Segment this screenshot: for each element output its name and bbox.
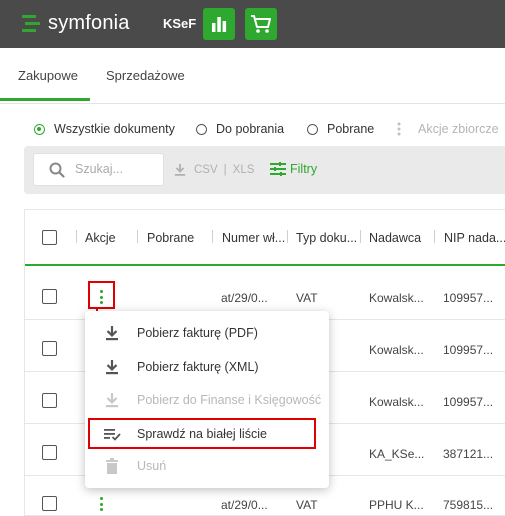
column-separator: [434, 230, 435, 243]
export-group: CSV | XLS: [174, 163, 254, 176]
radio-pobrane[interactable]: Pobrane: [307, 122, 374, 136]
column-header-akcje[interactable]: Akcje: [85, 231, 116, 245]
chart-app-button[interactable]: [203, 8, 235, 40]
menu-item-label: Pobierz fakturę (PDF): [137, 326, 258, 340]
radio-label: Wszystkie dokumenty: [54, 122, 175, 136]
menu-item-download-finanse: Pobierz do Finanse i Księgowość: [85, 383, 329, 417]
download-icon: [106, 326, 118, 341]
menu-item-label: Pobierz do Finanse i Księgowość: [137, 393, 322, 407]
search-input[interactable]: [75, 162, 160, 176]
toolbar: CSV | XLS Filtry: [24, 146, 505, 194]
export-separator: |: [223, 163, 227, 176]
document-filter-group: Wszystkie dokumenty Do pobrania Pobrane …: [0, 122, 505, 138]
radio-unselected-icon: [307, 123, 318, 135]
column-header-numer[interactable]: Numer wł...: [222, 231, 285, 245]
bulk-actions-button[interactable]: Akcje zbiorcze: [397, 122, 499, 136]
row-actions-menu: Pobierz fakturę (PDF) Pobierz fakturę (X…: [85, 311, 329, 488]
highlight-box-menu-item: [88, 418, 316, 449]
trash-icon: [106, 458, 118, 474]
cell-typ: VAT: [296, 291, 318, 305]
column-separator: [212, 230, 213, 243]
bar-chart-icon: [212, 17, 227, 32]
menu-item-label: Usuń: [137, 459, 167, 473]
tab-zakupowe[interactable]: Zakupowe: [18, 68, 78, 83]
brand-name: symfonia: [48, 12, 130, 34]
cell-nip: 759815...: [443, 498, 494, 512]
column-separator: [76, 230, 77, 243]
column-header-nip[interactable]: NIP nada...: [444, 231, 505, 245]
bulk-actions-label: Akcje zbiorcze: [418, 122, 499, 136]
radio-label: Pobrane: [327, 122, 375, 136]
row-checkbox[interactable]: [42, 341, 57, 356]
cell-numer: at/29/0...: [221, 291, 268, 305]
radio-wszystkie-dokumenty[interactable]: Wszystkie dokumenty: [34, 122, 175, 136]
symfonia-logo-icon: [22, 14, 40, 32]
cell-nip: 109957...: [443, 395, 494, 409]
menu-item-download-xml[interactable]: Pobierz fakturę (XML): [85, 350, 329, 384]
cell-nip: 109957...: [443, 291, 494, 305]
row-checkbox[interactable]: [42, 496, 57, 511]
document-tabs: Zakupowe Sprzedażowe: [0, 48, 505, 104]
csv-export-button[interactable]: CSV: [194, 164, 218, 176]
select-all-checkbox[interactable]: [42, 230, 57, 245]
radio-do-pobrania[interactable]: Do pobrania: [196, 122, 284, 136]
kebab-menu-icon: [397, 122, 401, 136]
row-checkbox[interactable]: [42, 393, 57, 408]
highlight-box-kebab: [88, 281, 115, 309]
cell-nadawca: Kowalsk...: [369, 291, 424, 305]
filters-label: Filtry: [290, 162, 318, 176]
menu-item-label: Pobierz fakturę (XML): [137, 360, 259, 374]
menu-item-delete: Usuń: [85, 449, 329, 483]
tab-sprzedazowe[interactable]: Sprzedażowe: [106, 68, 185, 83]
cell-nadawca: KA_KSe...: [369, 447, 425, 461]
radio-label: Do pobrania: [216, 122, 285, 136]
product-name: KSeF: [163, 16, 197, 31]
search-icon: [49, 162, 65, 178]
column-separator: [137, 230, 138, 243]
cell-nadawca: PPHU K...: [369, 498, 424, 512]
column-separator: [360, 230, 361, 243]
cart-app-button[interactable]: [245, 8, 277, 40]
radio-unselected-icon: [196, 123, 207, 135]
menu-item-download-pdf[interactable]: Pobierz fakturę (PDF): [85, 316, 329, 350]
cell-nip: 109957...: [443, 343, 494, 357]
top-bar: symfonia KSeF: [0, 0, 505, 48]
column-header-pobrane[interactable]: Pobrane: [147, 231, 194, 245]
download-icon: [106, 360, 118, 375]
cell-nadawca: Kowalsk...: [369, 395, 424, 409]
cart-icon: [251, 15, 271, 33]
radio-selected-icon: [34, 123, 45, 135]
search-box[interactable]: [33, 153, 164, 186]
xls-export-button[interactable]: XLS: [233, 164, 255, 176]
column-header-nadawca[interactable]: Nadawca: [369, 231, 421, 245]
table-header: Akcje Pobrane Numer wł... Typ doku... Na…: [25, 210, 505, 266]
row-actions-kebab-icon[interactable]: [99, 497, 103, 511]
download-icon: [175, 164, 185, 176]
active-tab-indicator: [0, 98, 90, 101]
cell-numer: at/29/0...: [221, 498, 268, 512]
column-header-typ[interactable]: Typ doku...: [296, 231, 357, 245]
column-separator: [287, 230, 288, 243]
cell-nip: 387121...: [443, 447, 494, 461]
cell-nadawca: Kowalsk...: [369, 343, 424, 357]
filter-sliders-icon: [270, 162, 286, 176]
filters-button[interactable]: Filtry: [270, 162, 317, 176]
brand-logo[interactable]: symfonia: [22, 12, 130, 35]
row-checkbox[interactable]: [42, 445, 57, 460]
download-icon: [106, 393, 118, 408]
cell-typ: VAT: [296, 498, 318, 512]
row-checkbox[interactable]: [42, 289, 57, 304]
